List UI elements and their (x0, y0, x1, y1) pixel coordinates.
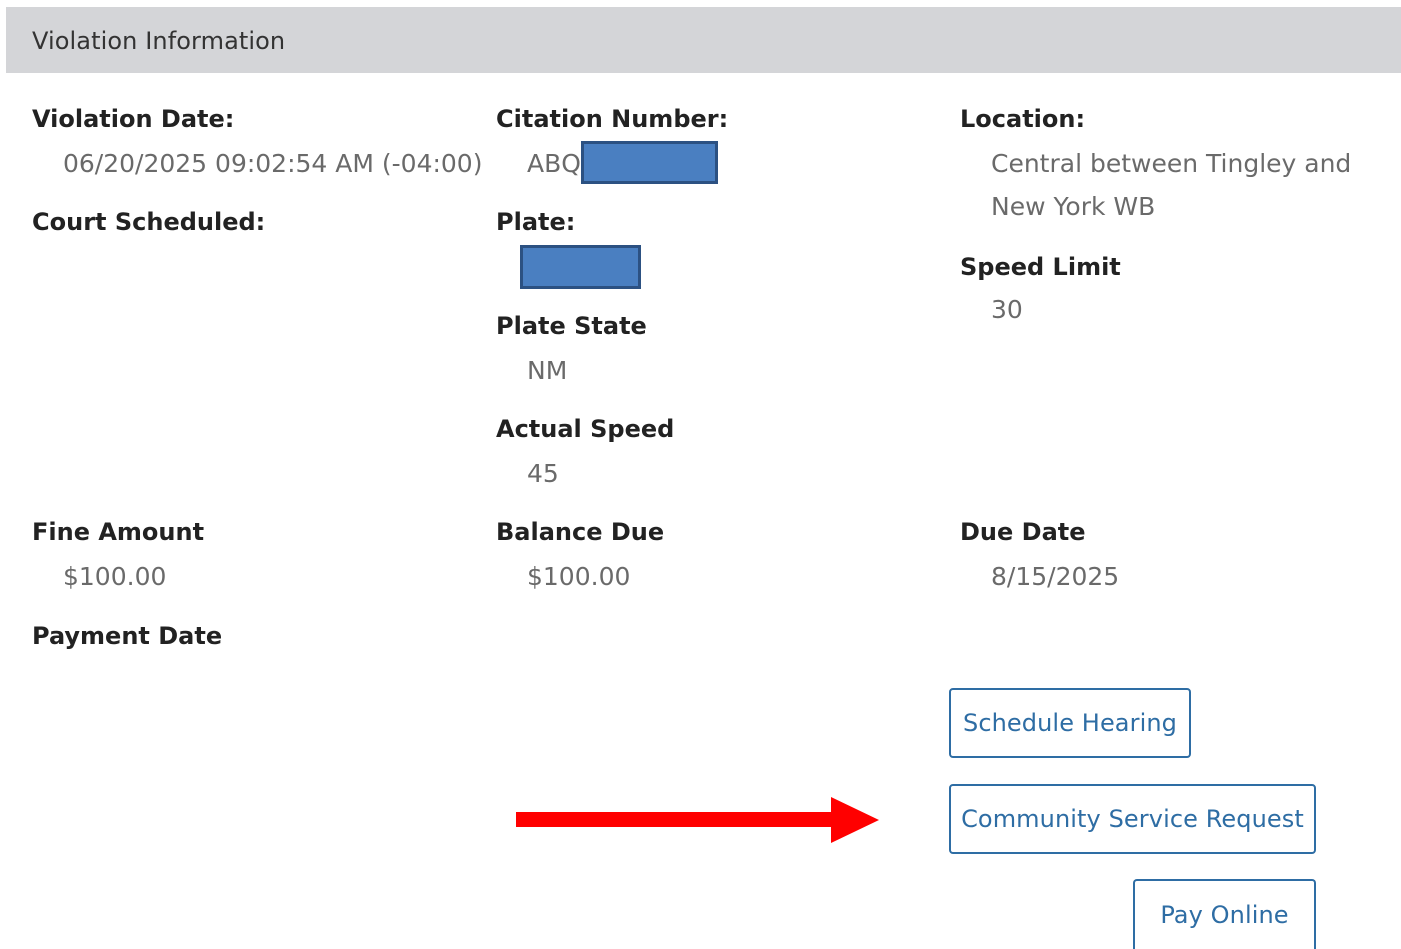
actual-speed-value: 45 (527, 459, 559, 488)
annotation-arrow-head (831, 797, 879, 843)
plate-state-value: NM (527, 356, 568, 385)
speed-limit-label: Speed Limit (960, 253, 1121, 281)
annotation-arrow-shaft (516, 812, 834, 827)
schedule-hearing-button[interactable]: Schedule Hearing (949, 688, 1191, 758)
citation-number-redaction (581, 141, 718, 184)
payment-date-label: Payment Date (32, 622, 223, 650)
location-value-line2: New York WB (991, 192, 1156, 221)
violation-date-value: 06/20/2025 09:02:54 AM (-04:00) (63, 149, 483, 178)
pay-online-button[interactable]: Pay Online (1133, 879, 1316, 949)
citation-number-value: ABQ (527, 149, 581, 178)
plate-state-label: Plate State (496, 312, 647, 340)
location-label: Location: (960, 105, 1086, 133)
balance-due-label: Balance Due (496, 518, 665, 546)
fine-amount-label: Fine Amount (32, 518, 205, 546)
balance-due-value: $100.00 (527, 562, 631, 591)
panel-title: Violation Information (32, 27, 286, 55)
fine-amount-value: $100.00 (63, 562, 167, 591)
court-scheduled-label: Court Scheduled: (32, 208, 266, 236)
violation-date-label: Violation Date: (32, 105, 235, 133)
panel-header: Violation Information (6, 7, 1401, 73)
community-service-request-button[interactable]: Community Service Request (949, 784, 1316, 854)
actual-speed-label: Actual Speed (496, 415, 675, 443)
plate-label: Plate: (496, 208, 576, 236)
plate-redaction (520, 245, 641, 289)
due-date-value: 8/15/2025 (991, 562, 1120, 591)
speed-limit-value: 30 (991, 295, 1023, 324)
citation-number-label: Citation Number: (496, 105, 729, 133)
due-date-label: Due Date (960, 518, 1086, 546)
location-value-line1: Central between Tingley and (991, 149, 1352, 178)
